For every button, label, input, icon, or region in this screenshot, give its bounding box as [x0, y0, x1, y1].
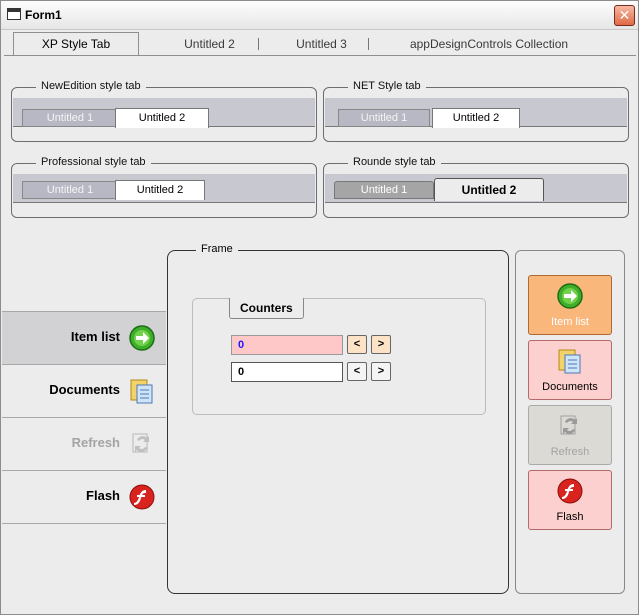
- nav-item-label: Item list: [70, 329, 120, 344]
- green-arrow-icon: [557, 283, 583, 309]
- counter-2-next-button[interactable]: >: [371, 362, 391, 381]
- tab-untitled-3[interactable]: Untitled 3: [274, 34, 369, 54]
- item-list-button[interactable]: Item list: [528, 275, 612, 335]
- tab-separator: [258, 38, 259, 50]
- professional-tab-untitled-1[interactable]: Untitled 1: [22, 181, 118, 199]
- refresh-button-label: Refresh: [550, 446, 590, 458]
- counter-2-field[interactable]: 0: [231, 362, 343, 382]
- title-bar[interactable]: Form1 ✕: [1, 1, 638, 30]
- net-group-title: NET Style tab: [348, 80, 426, 92]
- flash-icon: [129, 484, 155, 510]
- professional-group: Professional style tab Untitled 1 Untitl…: [11, 156, 317, 218]
- refresh-icon: [560, 415, 577, 435]
- tab-appdesign-collection[interactable]: appDesignControls Collection: [384, 34, 594, 54]
- tab-separator: [368, 38, 369, 50]
- nav-item-label: Refresh: [71, 435, 120, 450]
- form-window: Form1 ✕ XP Style Tab Untitled 2 Untitled…: [0, 0, 639, 615]
- nav-item-list[interactable]: Item list: [2, 311, 166, 365]
- rounde-tab-untitled-1[interactable]: Untitled 1: [334, 181, 434, 199]
- window-title: Form1: [25, 8, 62, 22]
- flash-icon: [557, 478, 583, 504]
- nav-item-label: Documents: [49, 382, 120, 397]
- counters-title: Counters: [229, 298, 304, 319]
- green-arrow-icon: [129, 325, 155, 351]
- documents-icon: [558, 349, 581, 374]
- flash-button[interactable]: Flash: [528, 470, 612, 530]
- newedition-group: NewEdition style tab Untitled 1 Untitled…: [11, 80, 317, 142]
- frame-title: Frame: [196, 243, 238, 255]
- rounde-group: Rounde style tab Untitled 1 Untitled 2: [323, 156, 629, 218]
- counter-1-field[interactable]: 0: [231, 335, 343, 355]
- counters-group: Counters 0 < > 0 < >: [192, 298, 486, 415]
- nav-flash[interactable]: Flash: [2, 471, 166, 524]
- net-tab-untitled-1[interactable]: Untitled 1: [338, 109, 430, 127]
- window-icon: [7, 8, 21, 20]
- tab-xp-style[interactable]: XP Style Tab: [13, 32, 139, 56]
- close-button[interactable]: ✕: [614, 5, 635, 26]
- xp-tab-strip: XP Style Tab Untitled 2 Untitled 3 appDe…: [4, 30, 636, 56]
- nav-item-label: Flash: [86, 488, 120, 503]
- newedition-group-title: NewEdition style tab: [36, 80, 146, 92]
- professional-group-title: Professional style tab: [36, 156, 151, 168]
- professional-tab-untitled-2[interactable]: Untitled 2: [115, 180, 205, 200]
- button-panel: Item list Documents Refresh Flash: [515, 250, 625, 594]
- refresh-button[interactable]: Refresh: [528, 405, 612, 465]
- newedition-tab-untitled-2[interactable]: Untitled 2: [115, 108, 209, 128]
- flash-button-label: Flash: [556, 511, 584, 523]
- net-tab-untitled-2[interactable]: Untitled 2: [432, 108, 520, 128]
- nav-refresh[interactable]: Refresh: [2, 418, 166, 471]
- counter-2-prev-button[interactable]: <: [347, 362, 367, 381]
- rounde-tab-untitled-2[interactable]: Untitled 2: [434, 178, 544, 201]
- counter-1-next-button[interactable]: >: [371, 335, 391, 354]
- refresh-icon: [132, 433, 149, 453]
- documents-button-label: Documents: [542, 381, 598, 393]
- counter-1-prev-button[interactable]: <: [347, 335, 367, 354]
- nav-documents[interactable]: Documents: [2, 365, 166, 418]
- frame-group: Frame Counters 0 < > 0 < >: [167, 243, 509, 594]
- item-list-button-label: Item list: [551, 316, 589, 328]
- documents-icon: [130, 379, 153, 404]
- newedition-tab-untitled-1[interactable]: Untitled 1: [22, 109, 118, 127]
- documents-button[interactable]: Documents: [528, 340, 612, 400]
- net-group: NET Style tab Untitled 1 Untitled 2: [323, 80, 629, 142]
- tab-untitled-2[interactable]: Untitled 2: [162, 34, 257, 54]
- rounde-group-title: Rounde style tab: [348, 156, 441, 168]
